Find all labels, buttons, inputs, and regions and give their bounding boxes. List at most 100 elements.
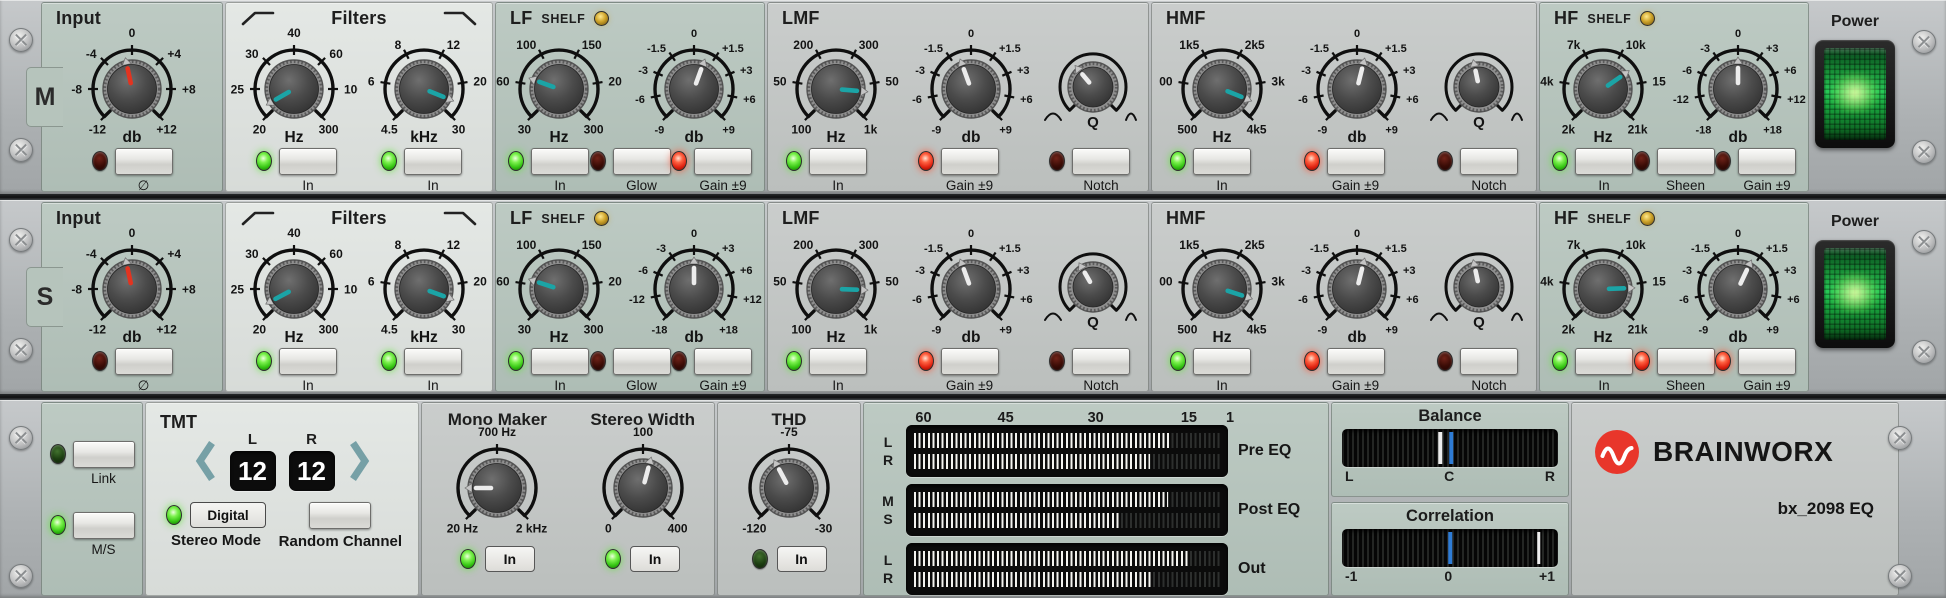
s-hmf-gain-range-button[interactable] xyxy=(1327,348,1385,375)
svg-text:100: 100 xyxy=(791,323,811,337)
m-lf-freq-knob[interactable]: 3060100150200300Hz xyxy=(496,28,622,146)
m-lmf-gain-knob[interactable]: -9-6-3-1.50+1.5+3+6+9db xyxy=(901,28,1041,146)
svg-text:+8: +8 xyxy=(182,83,196,97)
mono-maker-button[interactable]: In xyxy=(485,546,535,572)
master-mono-maker-knob[interactable]: 20 Hz700 Hz2 kHz xyxy=(423,427,571,545)
m-input-gain-knob[interactable]: -12-8-40+4+8+12db xyxy=(57,28,207,146)
m-lf-gain-range-button[interactable] xyxy=(694,148,752,175)
shelf-led xyxy=(594,211,609,226)
m-hmf-q-knob[interactable]: Q xyxy=(1429,41,1529,145)
m-lpf-in-button[interactable] xyxy=(404,148,462,175)
svg-text:60: 60 xyxy=(496,275,510,289)
m-hmf-notch-button[interactable] xyxy=(1460,148,1518,175)
master-thd-amount-knob[interactable]: -120-75-30 xyxy=(723,427,855,545)
m-hf-gain-range-button[interactable] xyxy=(1738,148,1796,175)
m-lf-gain-knob[interactable]: -9-6-3-1.50+1.5+3+6+9db xyxy=(624,28,764,146)
s-hmf-freq-knob[interactable]: 5008001k52k53k54k5Hz xyxy=(1159,228,1285,346)
m-lmf-gain-range-control: Gain ±9 xyxy=(918,148,999,193)
m-lmf-q-knob[interactable]: Q xyxy=(1043,41,1143,145)
random-channel-button[interactable] xyxy=(309,502,371,529)
s-lf-in-button[interactable] xyxy=(531,348,589,375)
m-hmf-freq-knob[interactable]: 5008001k52k53k54k5Hz xyxy=(1159,28,1285,146)
section-title: LF xyxy=(510,208,532,229)
s-lmf-freq-knob[interactable]: 1001502003005001kHz xyxy=(773,228,899,346)
svg-text:0: 0 xyxy=(691,228,697,240)
s-hpf-freq-knob[interactable]: 2025304060100300Hz xyxy=(230,228,358,346)
svg-text:+1.5: +1.5 xyxy=(1385,43,1407,55)
s-lpf-in-button[interactable] xyxy=(404,348,462,375)
m-hf-freq-knob[interactable]: 2k4k7k10k15k21kHz xyxy=(1540,28,1666,146)
m-hmf-gain-range-button[interactable] xyxy=(1327,148,1385,175)
link-button[interactable] xyxy=(73,441,135,468)
s-hmf-q-knob[interactable]: Q xyxy=(1429,241,1529,345)
s-lf-glow-button[interactable] xyxy=(613,348,671,375)
m-lf-glow-button[interactable] xyxy=(613,148,671,175)
m-hf-gain-knob[interactable]: -18-12-6-30+3+6+12+18db xyxy=(1668,28,1808,146)
bx2098-eq-rack: MInput-12-8-40+4+8+12db∅Filters202530406… xyxy=(0,0,1946,598)
s-lmf-notch-button[interactable] xyxy=(1072,348,1130,375)
correlation-blue-marker xyxy=(1448,532,1452,564)
s-lmf-gain-knob[interactable]: -9-6-3-1.50+1.5+3+6+9db xyxy=(901,228,1041,346)
stereo-mode-button[interactable]: Digital xyxy=(190,502,266,528)
stereo-width-button[interactable]: In xyxy=(630,546,680,572)
s-phase-invert-button[interactable] xyxy=(115,348,173,375)
s-hf-sheen-button[interactable] xyxy=(1657,348,1715,375)
svg-text:+6: +6 xyxy=(1406,294,1419,306)
lowpass-filter-icon xyxy=(442,9,478,27)
s-lpf-freq-knob[interactable]: 4.568122030kHz xyxy=(360,228,488,346)
s-hmf-gain-knob[interactable]: -9-6-3-1.50+1.5+3+6+9db xyxy=(1287,228,1427,346)
s-lmf-in-button[interactable] xyxy=(809,348,867,375)
m-lmf-freq-knob[interactable]: 1001502003005001kHz xyxy=(773,28,899,146)
svg-text:2k: 2k xyxy=(1562,123,1576,137)
tmt-next-button[interactable] xyxy=(348,438,370,484)
m-hf-in-label: In xyxy=(1598,178,1609,193)
s-lf-freq-knob[interactable]: 3060100150200300Hz xyxy=(496,228,622,346)
s-hmf-notch-button[interactable] xyxy=(1460,348,1518,375)
s-lmf-gain-range-led xyxy=(918,351,934,371)
svg-text:0: 0 xyxy=(1735,228,1741,240)
master-stereo-width-knob[interactable]: 0100400 xyxy=(573,427,713,545)
m-hf-in-button[interactable] xyxy=(1575,148,1633,175)
s-lmf-q-knob[interactable]: Q xyxy=(1043,241,1143,345)
svg-text:+18: +18 xyxy=(719,325,738,337)
s-hf-gain-knob[interactable]: -9-6-3-1.50+1.5+3+6+9db xyxy=(1668,228,1808,346)
m-hf-sheen-button[interactable] xyxy=(1657,148,1715,175)
m-lpf-freq-knob[interactable]: 4.568122030kHz xyxy=(360,28,488,146)
s-hf-in-button[interactable] xyxy=(1575,348,1633,375)
svg-text:60: 60 xyxy=(329,47,343,61)
s-hmf-in-button[interactable] xyxy=(1193,348,1251,375)
s-lf-gain-knob[interactable]: -18-12-6-30+3+6+12+18db xyxy=(624,228,764,346)
m-hmf-gain-knob[interactable]: -9-6-3-1.50+1.5+3+6+9db xyxy=(1287,28,1427,146)
s-hf-freq-knob[interactable]: 2k4k7k10k15k21kHz xyxy=(1540,228,1666,346)
thd-button[interactable]: In xyxy=(777,546,827,572)
s-input-gain-knob[interactable]: -12-8-40+4+8+12db xyxy=(57,228,207,346)
s-phase-invert-control: ∅ xyxy=(92,348,173,394)
m-lmf-in-button[interactable] xyxy=(809,148,867,175)
s-power-switch[interactable] xyxy=(1815,240,1895,348)
m-power-switch[interactable] xyxy=(1815,40,1895,148)
m-hmf-in-button[interactable] xyxy=(1193,148,1251,175)
m-lf-in-button[interactable] xyxy=(531,148,589,175)
m-hpf-freq-knob[interactable]: 2025304060100300Hz xyxy=(230,28,358,146)
s-hf-gain-range-button[interactable] xyxy=(1738,348,1796,375)
s-lf-gain-range-button[interactable] xyxy=(694,348,752,375)
m-hpf-in-button[interactable] xyxy=(279,148,337,175)
svg-text:+12: +12 xyxy=(156,123,177,137)
m-lmf-notch-button[interactable] xyxy=(1072,148,1130,175)
m-lmf-notch-led xyxy=(1049,151,1065,171)
s-lmf-gain-range-button[interactable] xyxy=(941,348,999,375)
svg-text:Q: Q xyxy=(1473,114,1485,131)
m-phase-invert-button[interactable] xyxy=(115,148,173,175)
svg-text:-9: -9 xyxy=(1318,325,1328,337)
svg-text:Q: Q xyxy=(1087,114,1099,131)
svg-text:Q: Q xyxy=(1087,314,1099,331)
svg-text:-6: -6 xyxy=(638,265,648,277)
s-hf-gain-range-control: Gain ±9 xyxy=(1715,348,1796,393)
svg-text:20: 20 xyxy=(253,323,267,337)
m-lmf-gain-range-button[interactable] xyxy=(941,148,999,175)
s-hpf-in-button[interactable] xyxy=(279,348,337,375)
tmt-prev-button[interactable] xyxy=(195,438,217,484)
ms-mode-button[interactable] xyxy=(73,512,135,539)
svg-text:6: 6 xyxy=(368,275,375,289)
m-hf-gain-range-label: Gain ±9 xyxy=(1743,178,1790,193)
